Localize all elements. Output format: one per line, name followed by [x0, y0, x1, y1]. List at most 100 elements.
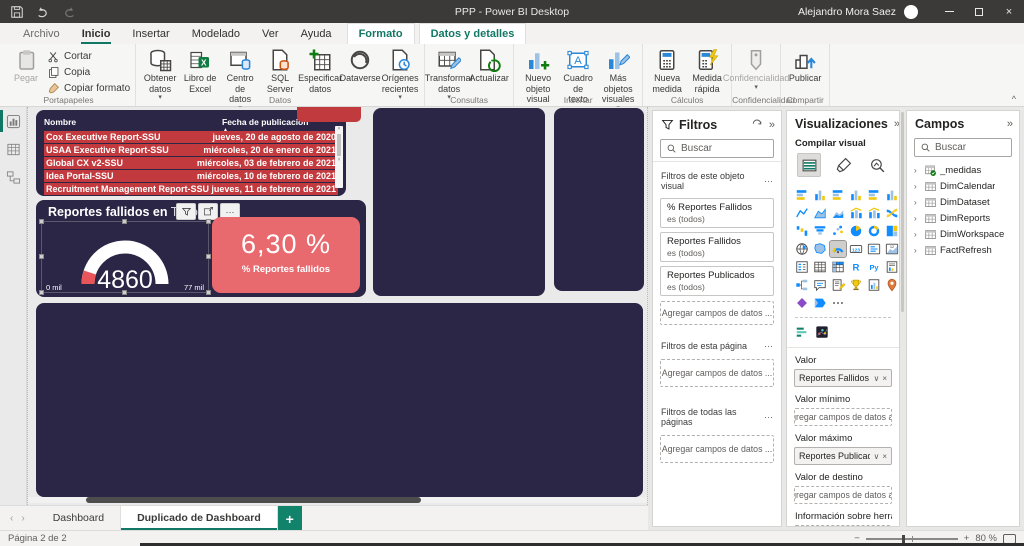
chevron-down-icon[interactable]: ∨: [873, 452, 879, 461]
fit-to-page-icon[interactable]: [1003, 534, 1016, 544]
collapse-pane-icon[interactable]: »: [769, 119, 775, 131]
visual-icon-python-visual[interactable]: Py: [866, 259, 882, 275]
undo-icon[interactable]: [36, 5, 50, 19]
table-scrollbar[interactable]: ˄˅: [335, 126, 343, 188]
expand-chevron-icon[interactable]: ›: [914, 246, 921, 255]
visual-icon-line-chart[interactable]: [794, 205, 810, 221]
ribbon-button-publicar[interactable]: Publicar: [786, 47, 824, 84]
partial-card-visual[interactable]: 20: [297, 107, 361, 122]
menu-tab-insertar[interactable]: Insertar: [121, 23, 180, 44]
fields-search-input[interactable]: Buscar: [914, 138, 1012, 157]
field-item-factrefresh[interactable]: ›FactRefresh: [911, 242, 1015, 258]
page-tab-duplicado-de-dashboard[interactable]: Duplicado de Dashboard: [120, 506, 278, 530]
hide-pane-icon[interactable]: [751, 117, 763, 132]
visual-icon-funnel-chart[interactable]: [812, 223, 828, 239]
analytics-tab[interactable]: [865, 153, 889, 177]
visual-icon-line-and-clustered-column-chart[interactable]: [866, 205, 882, 221]
field-pill[interactable]: Reportes Fallidos∨×: [794, 369, 892, 387]
filter-card[interactable]: Reportes Fallidoses (todos): [660, 232, 774, 262]
new-page-button[interactable]: +: [278, 506, 302, 531]
table-header[interactable]: Nombre Fecha de publicación ▲: [44, 114, 338, 131]
section-more-icon[interactable]: ···: [764, 412, 773, 422]
visual-icon-custom-visual-1[interactable]: [794, 324, 810, 340]
ribbon-button-copiar-formato[interactable]: Copiar formato: [47, 82, 130, 95]
visual-icon-power-automate[interactable]: [812, 295, 828, 311]
zoom-slider-thumb[interactable]: [902, 535, 905, 543]
ribbon-button-copia[interactable]: Copia: [47, 66, 130, 79]
ribbon-button-obtener-datos[interactable]: Obtener datos▾: [141, 47, 179, 101]
expand-chevron-icon[interactable]: ›: [914, 182, 921, 191]
filters-search-input[interactable]: Buscar: [660, 139, 774, 158]
ribbon-button-dataverse[interactable]: Dataverse: [341, 47, 379, 84]
percent-card-visual[interactable]: 6,30 % % Reportes fallidos: [212, 217, 360, 293]
filter-card[interactable]: % Reportes Fallidoses (todos): [660, 198, 774, 228]
visual-icon-clustered-bar-chart[interactable]: [830, 187, 846, 203]
visual-icon-matrix[interactable]: [830, 259, 846, 275]
minimize-button[interactable]: [934, 0, 964, 23]
visual-icon-custom-visual-2[interactable]: [814, 324, 830, 340]
field-item-dimdataset[interactable]: ›DimDataset: [911, 194, 1015, 210]
ribbon-button-sql-server[interactable]: SQL Server: [261, 47, 299, 94]
report-canvas[interactable]: Nombre Fecha de publicación ▲ Cox Execut…: [27, 107, 648, 505]
selection-handle[interactable]: [206, 219, 211, 224]
field-item-dimreports[interactable]: ›DimReports: [911, 210, 1015, 226]
panel-scrollbar[interactable]: [901, 112, 904, 312]
section-more-icon[interactable]: ···: [764, 341, 773, 351]
ribbon-button-pegar[interactable]: Pegar: [7, 47, 45, 84]
visual-icon-card[interactable]: 123: [848, 241, 864, 257]
collapse-pane-icon[interactable]: »: [894, 118, 900, 130]
section-more-icon[interactable]: ···: [764, 176, 773, 186]
visual-icon-scatter-chart[interactable]: [830, 223, 846, 239]
selection-handle[interactable]: [39, 254, 44, 259]
gauge-visual-container[interactable]: Reportes fallidos en Todo ··· 4860 0 mil…: [36, 200, 366, 297]
table-row[interactable]: USAA Executive Report-SSUmiércoles, 20 d…: [44, 144, 338, 156]
maximize-button[interactable]: [964, 0, 994, 23]
visual-icon-smart-narrative[interactable]: [830, 277, 846, 293]
expand-chevron-icon[interactable]: ›: [914, 230, 921, 239]
next-page-icon[interactable]: ›: [21, 513, 24, 524]
visual-icon-decomposition-tree[interactable]: [794, 277, 810, 293]
visual-icon-table[interactable]: [812, 259, 828, 275]
table-visual[interactable]: Nombre Fecha de publicación ▲ Cox Execut…: [36, 110, 346, 196]
column-header-nombre[interactable]: Nombre: [44, 117, 222, 127]
zoom-slider[interactable]: [866, 538, 958, 540]
filter-funnel-icon[interactable]: [176, 203, 196, 220]
empty-visual-panel-1[interactable]: [373, 108, 545, 296]
add-data-fields-dropzone[interactable]: Agregar campos de datos a...: [794, 486, 892, 504]
format-visual-tab[interactable]: [831, 153, 855, 177]
visual-icon-stacked-bar-chart[interactable]: [794, 187, 810, 203]
visual-icon-stacked-area-chart[interactable]: [830, 205, 846, 221]
add-data-fields-dropzone[interactable]: [794, 525, 892, 527]
build-visual-tab[interactable]: [797, 153, 821, 177]
visual-icon-filled-map[interactable]: [812, 241, 828, 257]
save-icon[interactable]: [10, 5, 24, 19]
add-data-fields-dropzone[interactable]: Agregar campos de datos ...: [660, 359, 774, 387]
field-item-dimworkspace[interactable]: ›DimWorkspace: [911, 226, 1015, 242]
ribbon-button-especificar-datos[interactable]: Especificar datos: [301, 47, 339, 94]
user-name[interactable]: Alejandro Mora Saez: [798, 6, 896, 18]
visual-icon-metrics[interactable]: [848, 277, 864, 293]
visual-icon-ribbon-chart[interactable]: [884, 205, 900, 221]
table-row[interactable]: Idea Portal-SSUmiércoles, 10 de febrero …: [44, 170, 338, 182]
field-item-_medidas[interactable]: ›_medidas: [911, 162, 1015, 178]
visual-icon-area-chart[interactable]: [812, 205, 828, 221]
visual-icon-arcgis-map[interactable]: [884, 277, 900, 293]
selection-handle[interactable]: [206, 254, 211, 259]
data-view-button[interactable]: [0, 135, 27, 163]
table-row[interactable]: Recruitment Management Report-SSUjueves,…: [44, 183, 338, 195]
column-header-fecha[interactable]: Fecha de publicación: [222, 117, 308, 127]
visual-icon-more-visuals[interactable]: [830, 295, 846, 311]
add-data-fields-dropzone[interactable]: Agregar campos de datos ...: [660, 301, 774, 325]
remove-field-icon[interactable]: ×: [882, 452, 887, 461]
add-data-fields-dropzone[interactable]: Agregar campos de datos a...: [794, 408, 892, 426]
expand-chevron-icon[interactable]: ›: [914, 198, 921, 207]
report-view-button[interactable]: [0, 107, 27, 135]
selection-handle[interactable]: [39, 290, 44, 295]
ribbon-button-nueva-medida[interactable]: Nueva medida: [648, 47, 686, 94]
visual-icon-gauge[interactable]: [830, 241, 846, 257]
focus-mode-icon[interactable]: [198, 203, 218, 220]
visual-icon-power-apps[interactable]: [794, 295, 810, 311]
visual-icon-q-and-a[interactable]: [812, 277, 828, 293]
canvas-horizontal-scrollbar[interactable]: [28, 497, 648, 503]
chevron-down-icon[interactable]: ∨: [873, 374, 879, 383]
